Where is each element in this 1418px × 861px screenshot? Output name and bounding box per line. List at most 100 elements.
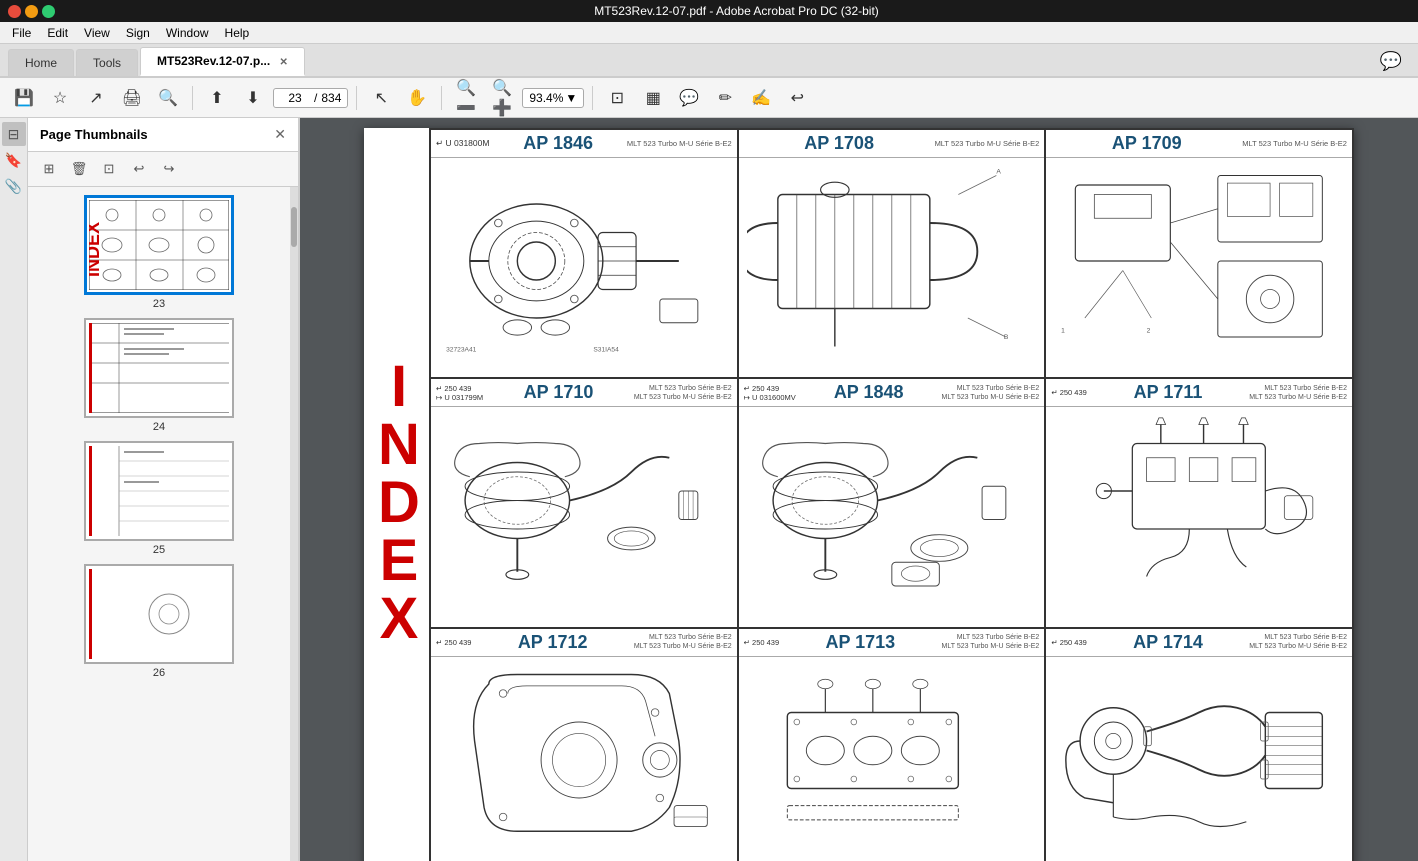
diagram-svg-ap1846: 32723A41 S31IA54	[439, 166, 729, 356]
sidebar-title: Page Thumbnails	[40, 127, 148, 142]
diagram-header-ap1710: ↵ 250 439↦ U 031799M AP 1710 MLT 523 Tur…	[431, 379, 737, 407]
layout-btn[interactable]: ▦	[637, 82, 669, 114]
diagram-ref-ap1712: ↵ 250 439	[436, 638, 471, 647]
menu-window[interactable]: Window	[158, 24, 217, 42]
thumbnail-25[interactable]: 25	[36, 441, 282, 556]
diagram-body-ap1708: A B	[739, 158, 1045, 364]
svg-text:1: 1	[1061, 327, 1065, 334]
svg-text:A: A	[996, 169, 1001, 176]
save-btn[interactable]: 💾	[8, 82, 40, 114]
page-total: 834	[321, 91, 341, 105]
diagram-cell-ap1711: ↵ 250 439 AP 1711 MLT 523 Turbo Série B-…	[1046, 379, 1354, 628]
page-separator: /	[314, 91, 317, 105]
tab-home[interactable]: Home	[8, 49, 74, 76]
main-layout: ⊟ 🔖 📎 Page Thumbnails ✕ ⊞ 🗑 ⊡ ↩ ↪	[0, 118, 1418, 861]
diagram-title-ap1712: AP 1712	[474, 632, 630, 653]
thumbnail-24[interactable]: 24	[36, 318, 282, 433]
separator-1	[192, 86, 193, 110]
comment-btn[interactable]: 💬	[673, 82, 705, 114]
index-letter-d: D	[378, 474, 415, 532]
diagram-cell-ap1708: AP 1708 MLT 523 Turbo M-U Série B-E2	[739, 130, 1047, 379]
diagram-svg-ap1710	[439, 415, 729, 605]
page-input[interactable]	[280, 91, 310, 105]
index-letter-i: I	[391, 358, 402, 416]
diagram-svg-ap1713	[747, 665, 1037, 855]
chat-icon[interactable]: 💬	[1372, 47, 1410, 76]
thumbnail-frame-23[interactable]: INDEX	[84, 195, 234, 295]
thumbnail-frame-25[interactable]	[84, 441, 234, 541]
sidebar-scrollbar[interactable]	[290, 187, 298, 861]
window-title: MT523Rev.12-07.pdf - Adobe Acrobat Pro D…	[63, 4, 1410, 18]
sidebar-scrollbar-thumb[interactable]	[291, 207, 297, 247]
bookmark-btn[interactable]: ☆	[44, 82, 76, 114]
pdf-page: I N D E X ↵ U 031800M AP 1846 MLT 523 Tu…	[364, 128, 1354, 861]
zoom-out-btn[interactable]: 🔍➖	[450, 82, 482, 114]
diagram-title-ap1714: AP 1714	[1090, 632, 1246, 653]
close-window-btn[interactable]	[8, 5, 21, 18]
print-btn[interactable]: 🖨	[116, 82, 148, 114]
bookmarks-panel-btn[interactable]: 🔖	[2, 148, 26, 172]
diagram-svg-ap1712	[439, 665, 729, 855]
svg-text:S31IA54: S31IA54	[593, 346, 619, 353]
menu-sign[interactable]: Sign	[118, 24, 158, 42]
minimize-window-btn[interactable]	[25, 5, 38, 18]
diagram-body-ap1713	[739, 657, 1045, 861]
cursor-tool-btn[interactable]: ↖	[365, 82, 397, 114]
fit-page-btn[interactable]: ⊡	[601, 82, 633, 114]
thumbnail-23[interactable]: INDEX 23	[36, 195, 282, 310]
diagram-subtitle-ap1713: MLT 523 Turbo Série B-E2MLT 523 Turbo M-…	[942, 633, 1040, 651]
navigate-btn[interactable]: ↩	[781, 82, 813, 114]
sidebar-close-btn[interactable]: ✕	[274, 126, 286, 143]
sidebar-grid-btn[interactable]: ⊞	[36, 156, 62, 182]
diagram-body-ap1709: 1 2	[1046, 158, 1352, 364]
search-btn[interactable]: 🔍	[152, 82, 184, 114]
sidebar-options-btn[interactable]: ⊡	[96, 156, 122, 182]
zoom-dropdown-icon[interactable]: ▼	[565, 91, 577, 105]
tab-close-icon[interactable]: ✕	[280, 57, 288, 68]
tab-document[interactable]: MT523Rev.12-07.p... ✕	[140, 47, 305, 76]
diagram-subtitle-ap1708: MLT 523 Turbo M-U Série B-E2	[935, 139, 1040, 149]
sidebar-redo-btn[interactable]: ↪	[156, 156, 182, 182]
zoom-in-btn[interactable]: 🔍➕	[486, 82, 518, 114]
diagram-header-ap1708: AP 1708 MLT 523 Turbo M-U Série B-E2	[739, 130, 1045, 158]
diagram-header-ap1714: ↵ 250 439 AP 1714 MLT 523 Turbo Série B-…	[1046, 629, 1352, 657]
diagram-body-ap1711	[1046, 407, 1352, 613]
maximize-window-btn[interactable]	[42, 5, 55, 18]
tab-tools[interactable]: Tools	[76, 49, 138, 76]
menu-view[interactable]: View	[76, 24, 118, 42]
share-btn[interactable]: ↗	[80, 82, 112, 114]
next-page-btn[interactable]: ⬇	[237, 82, 269, 114]
svg-text:INDEX: INDEX	[89, 222, 103, 277]
zoom-display[interactable]: 93.4% ▼	[522, 88, 584, 108]
thumbnail-area[interactable]: INDEX 23	[28, 187, 290, 861]
highlight-btn[interactable]: ✏	[709, 82, 741, 114]
thumbnail-26[interactable]: 26	[36, 564, 282, 679]
hand-tool-btn[interactable]: ✋	[401, 82, 433, 114]
diagram-svg-ap1711	[1054, 415, 1344, 605]
sidebar-undo-btn[interactable]: ↩	[126, 156, 152, 182]
thumbnail-label-25: 25	[153, 544, 165, 556]
diagram-subtitle-ap1711: MLT 523 Turbo Série B-E2MLT 523 Turbo M-…	[1249, 384, 1347, 402]
thumbnail-frame-24[interactable]	[84, 318, 234, 418]
diagram-header-ap1711: ↵ 250 439 AP 1711 MLT 523 Turbo Série B-…	[1046, 379, 1352, 407]
tab-bar: Home Tools MT523Rev.12-07.p... ✕ 💬	[0, 44, 1418, 78]
diagram-svg-ap1708: A B	[747, 166, 1037, 356]
content-area[interactable]: I N D E X ↵ U 031800M AP 1846 MLT 523 Tu…	[300, 118, 1418, 861]
index-letter-e: E	[380, 532, 414, 590]
diagram-ref-ap1711: ↵ 250 439	[1051, 388, 1086, 397]
diagram-body-ap1712	[431, 657, 737, 861]
menu-edit[interactable]: Edit	[39, 24, 76, 42]
diagram-body-ap1848	[739, 407, 1045, 613]
diagram-svg-ap1714	[1054, 665, 1344, 855]
thumbnail-frame-26[interactable]	[84, 564, 234, 664]
diagram-svg-ap1709: 1 2	[1054, 166, 1344, 356]
menu-file[interactable]: File	[4, 24, 39, 42]
thumbnails-panel-btn[interactable]: ⊟	[2, 122, 26, 146]
menu-help[interactable]: Help	[217, 24, 258, 42]
prev-page-btn[interactable]: ⬆	[201, 82, 233, 114]
draw-btn[interactable]: ✍	[745, 82, 777, 114]
attachments-panel-btn[interactable]: 📎	[2, 174, 26, 198]
page-navigator: / 834	[273, 88, 348, 108]
diagram-ref-ap1710: ↵ 250 439↦ U 031799M	[436, 384, 483, 402]
sidebar-delete-btn[interactable]: 🗑	[66, 156, 92, 182]
